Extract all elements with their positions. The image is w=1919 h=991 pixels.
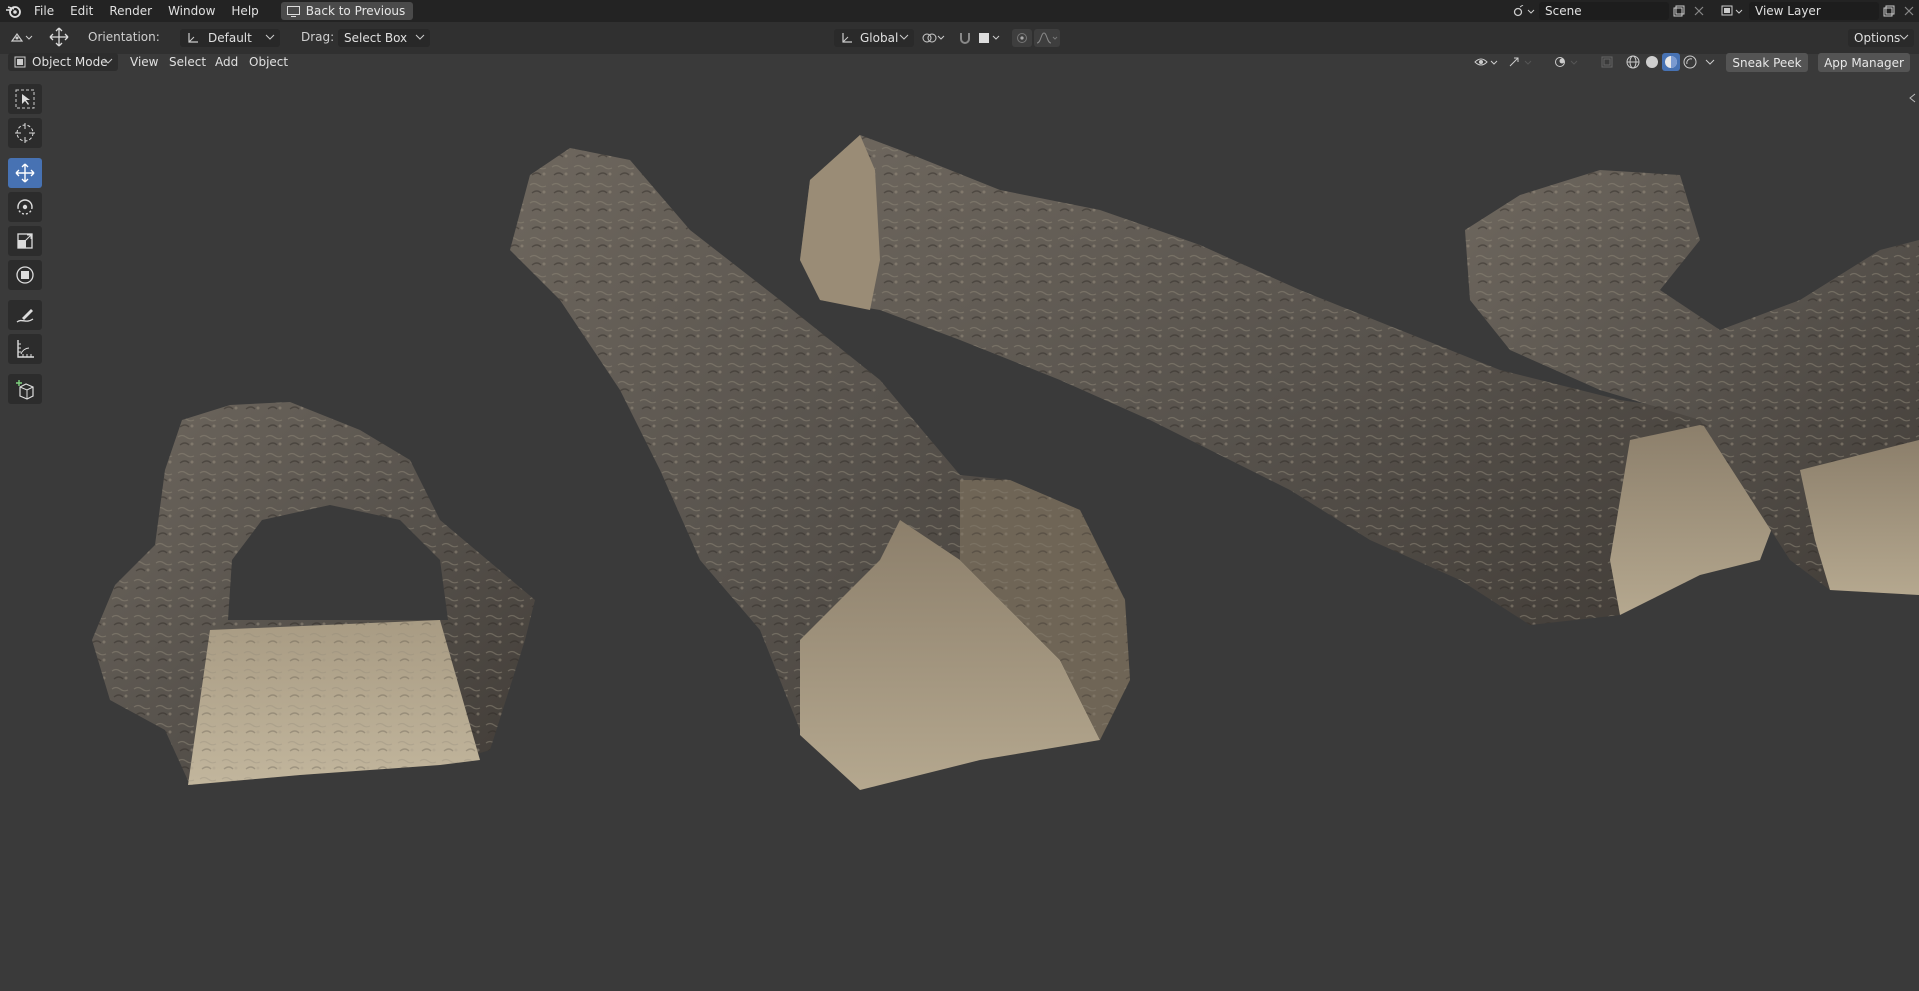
- view-layer-name: View Layer: [1755, 4, 1821, 18]
- tool-move[interactable]: [8, 158, 42, 188]
- cursor-icon: [15, 123, 35, 143]
- tool-cursor[interactable]: [8, 118, 42, 148]
- tool-settings-header: Orientation: Default Drag: Select Box Gl…: [0, 22, 1919, 54]
- scene-copy-icon[interactable]: [1669, 2, 1689, 20]
- chevron-down-icon: [899, 34, 909, 40]
- move-tool-icon[interactable]: [48, 27, 70, 47]
- sidebar-toggle-icon[interactable]: [1907, 92, 1917, 104]
- annotate-icon: [16, 309, 34, 323]
- back-to-previous-label: Back to Previous: [305, 4, 406, 18]
- tool-transform[interactable]: [8, 260, 42, 290]
- menu-edit[interactable]: Edit: [62, 0, 101, 22]
- scene-field[interactable]: Scene: [1539, 2, 1669, 20]
- tool-select-box[interactable]: [8, 84, 42, 114]
- workspace-selectors: Scene View Layer: [1509, 0, 1919, 22]
- orientation-axes-icon: [188, 33, 198, 43]
- transform-icon: [16, 266, 34, 284]
- measure-icon: [17, 340, 34, 358]
- view-layer-copy-icon[interactable]: [1879, 2, 1899, 20]
- chevron-down-icon: [265, 34, 275, 40]
- transform-orientation-value: Global: [860, 31, 899, 45]
- view-layer-browse-icon[interactable]: [1715, 2, 1749, 20]
- scene-name: Scene: [1545, 4, 1582, 18]
- options-dropdown[interactable]: Options: [1848, 29, 1914, 47]
- tool-rotate[interactable]: [8, 192, 42, 222]
- drag-value: Select Box: [344, 31, 408, 45]
- global-axes-icon: [842, 33, 852, 43]
- view-layer-field[interactable]: View Layer: [1749, 2, 1879, 20]
- scale-icon: [17, 233, 33, 249]
- scene-browse-icon[interactable]: [1509, 2, 1539, 20]
- proportional-editing-icon[interactable]: [1012, 29, 1032, 47]
- menu-file[interactable]: File: [26, 0, 62, 22]
- orientation-dropdown[interactable]: Default: [180, 29, 280, 47]
- tool-annotate[interactable]: [8, 300, 42, 330]
- drag-dropdown[interactable]: Select Box: [338, 29, 430, 47]
- move-icon: [15, 163, 35, 183]
- rotate-icon: [17, 199, 33, 215]
- falloff-curve-icon[interactable]: [1034, 29, 1060, 47]
- view-layer-close-icon[interactable]: [1899, 2, 1919, 20]
- arch-rock[interactable]: [92, 402, 535, 785]
- tool-measure[interactable]: [8, 334, 42, 364]
- screen-icon: [286, 5, 300, 17]
- menu-window[interactable]: Window: [160, 0, 223, 22]
- tool-add-cube[interactable]: [8, 374, 42, 404]
- snap-target-icon[interactable]: [976, 29, 1004, 47]
- blender-logo-icon[interactable]: [0, 0, 26, 22]
- options-label: Options: [1854, 31, 1901, 45]
- menu-render[interactable]: Render: [101, 0, 160, 22]
- add-cube-icon: [16, 380, 34, 400]
- chevron-down-icon: [415, 34, 425, 40]
- viewport-3d[interactable]: [0, 54, 1919, 991]
- editor-type-icon[interactable]: [8, 29, 36, 47]
- pivot-point-icon[interactable]: [920, 29, 948, 47]
- orientation-value: Default: [208, 31, 252, 45]
- select-box-icon: [15, 89, 35, 109]
- transform-orientation-dropdown[interactable]: Global: [834, 29, 914, 47]
- orientation-label-text: Orientation:: [88, 30, 160, 44]
- top-bar: File Edit Render Window Help Back to Pre…: [0, 0, 1919, 22]
- back-to-previous-button[interactable]: Back to Previous: [280, 2, 414, 20]
- snap-magnet-icon[interactable]: [956, 29, 974, 47]
- scene-close-icon[interactable]: [1689, 2, 1709, 20]
- chevron-down-icon: [1899, 34, 1909, 40]
- drag-label: Drag:: [301, 30, 335, 44]
- tool-scale[interactable]: [8, 226, 42, 256]
- menu-help[interactable]: Help: [223, 0, 266, 22]
